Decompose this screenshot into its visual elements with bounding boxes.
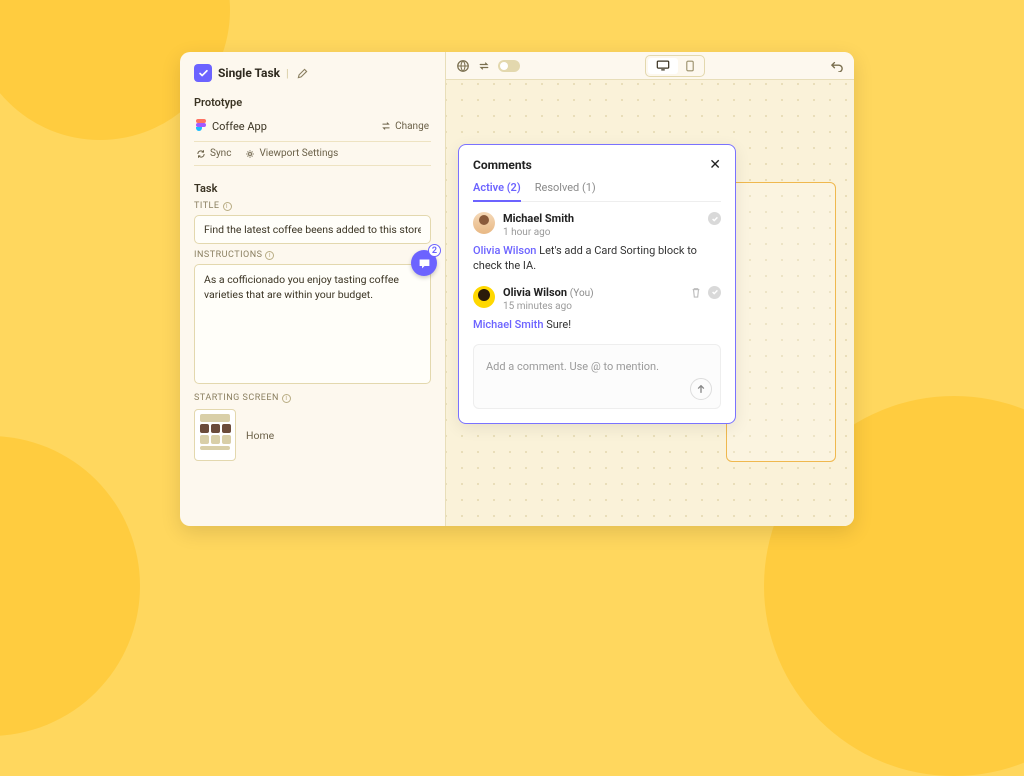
info-icon[interactable]: i [223, 202, 232, 211]
starting-screen-name: Home [246, 429, 274, 442]
task-title-input[interactable] [194, 215, 431, 244]
mention[interactable]: Michael Smith [473, 318, 543, 331]
app-window: Single Task | Prototype Coffee App Chang… [180, 52, 854, 526]
swap-icon[interactable] [478, 60, 490, 72]
comment-item: Michael Smith 1 hour ago Olivia Wilson L… [473, 212, 721, 274]
tab-active[interactable]: Active (2) [473, 181, 521, 202]
viewport-settings-button[interactable]: Viewport Settings [245, 148, 338, 159]
toggle-switch[interactable] [498, 60, 520, 72]
change-button[interactable]: Change [381, 121, 429, 132]
globe-icon[interactable] [456, 59, 470, 73]
figma-icon [196, 119, 206, 133]
task-header: Single Task | [194, 64, 431, 82]
canvas[interactable]: Comments ✕ Active (2) Resolved (1) Micha… [446, 52, 854, 526]
delete-icon[interactable] [689, 286, 702, 299]
sidebar: Single Task | Prototype Coffee App Chang… [180, 52, 446, 526]
resolve-icon[interactable] [708, 212, 721, 225]
mention[interactable]: Olivia Wilson [473, 244, 536, 257]
add-comment-placeholder: Add a comment. Use @ to mention. [486, 360, 659, 373]
mobile-view-button[interactable] [678, 58, 702, 74]
title-label: TITLE i [194, 201, 431, 211]
canvas-toolbar [446, 52, 854, 80]
prototype-section-label: Prototype [194, 96, 431, 109]
send-icon[interactable] [690, 378, 712, 400]
page-title: Single Task [218, 66, 280, 80]
task-section-label: Task [194, 182, 431, 195]
comments-panel: Comments ✕ Active (2) Resolved (1) Micha… [458, 144, 736, 424]
starting-screen-picker[interactable]: Home [194, 409, 431, 461]
instructions-label: INSTRUCTIONS i [194, 250, 431, 260]
undo-icon[interactable] [830, 60, 844, 72]
screen-thumbnail [194, 409, 236, 461]
canvas-frame[interactable] [726, 182, 836, 462]
resolve-icon[interactable] [708, 286, 721, 299]
starting-screen-label: STARTING SCREEN i [194, 393, 431, 403]
comment-count-badge: 2 [428, 244, 441, 257]
avatar [473, 212, 495, 234]
add-comment-input[interactable]: Add a comment. Use @ to mention. [473, 344, 721, 409]
info-icon[interactable]: i [282, 394, 291, 403]
avatar [473, 286, 495, 308]
sync-button[interactable]: Sync [196, 148, 231, 159]
info-icon[interactable]: i [265, 251, 274, 260]
prototype-name: Coffee App [212, 120, 267, 133]
close-icon[interactable]: ✕ [709, 157, 721, 173]
change-label: Change [395, 121, 429, 132]
desktop-view-button[interactable] [648, 58, 678, 74]
instructions-input[interactable] [194, 264, 431, 384]
tab-resolved[interactable]: Resolved (1) [535, 181, 596, 201]
edit-icon[interactable] [297, 68, 308, 79]
check-icon [194, 64, 212, 82]
comments-title: Comments [473, 158, 532, 172]
comments-float-button[interactable]: 2 [411, 250, 437, 276]
comment-item: Olivia Wilson (You) 15 minutes ago Micha… [473, 286, 721, 332]
